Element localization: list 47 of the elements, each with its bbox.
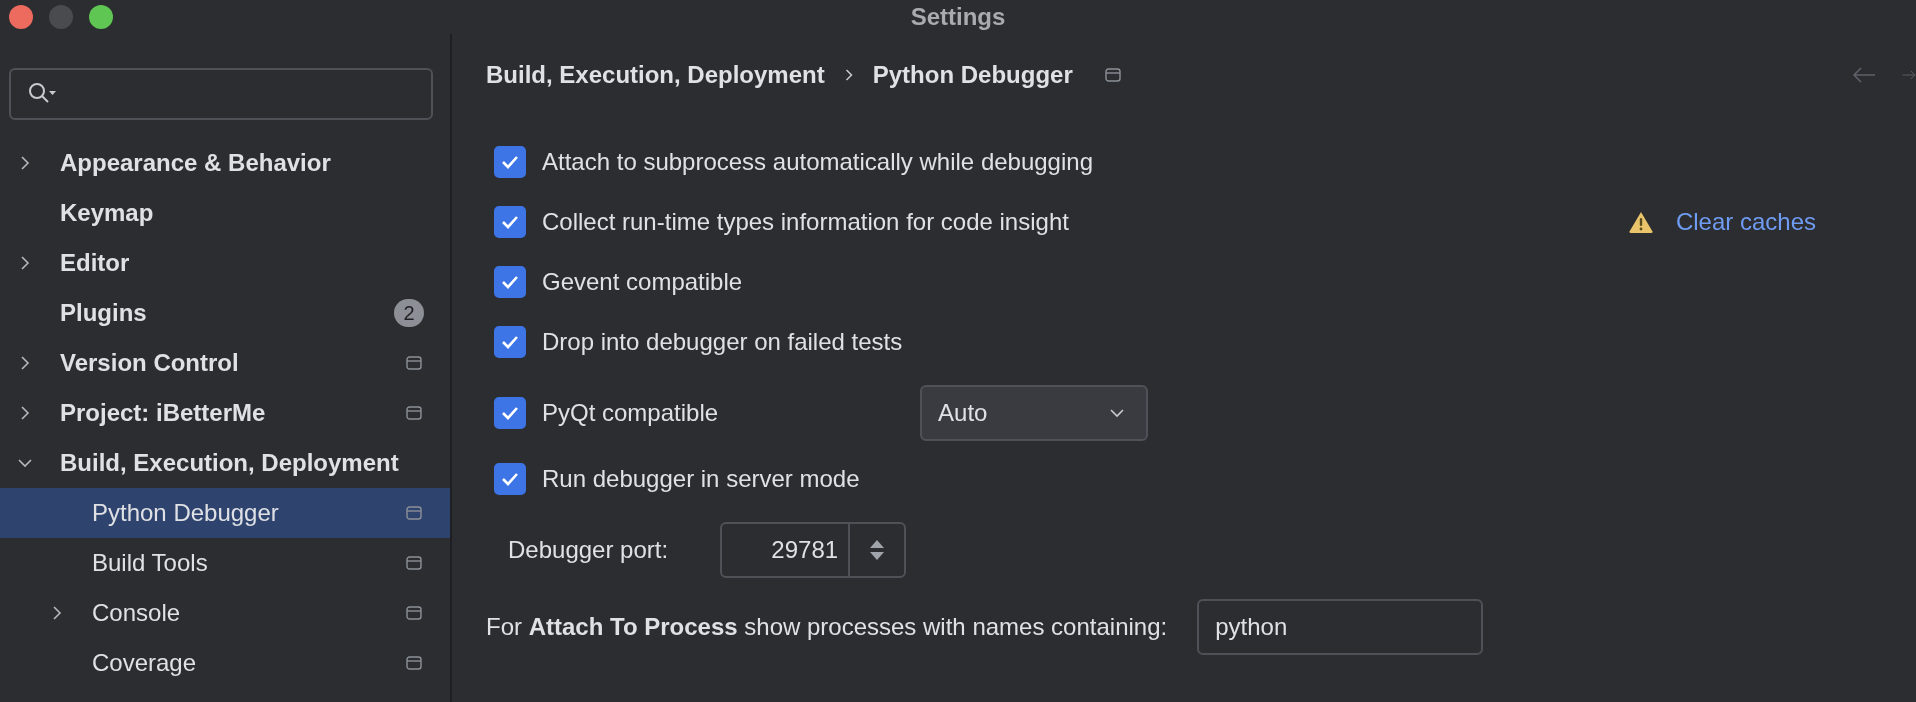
checkbox-label: Gevent compatible [542,268,743,296]
checkbox[interactable] [494,397,526,429]
window-icon [1104,68,1121,82]
sidebar-item[interactable]: Editor [0,238,450,288]
sidebar-item[interactable]: Version Control [0,338,450,388]
checkbox[interactable] [494,146,526,178]
warning-icon [1627,210,1654,234]
window-title: Settings [910,3,1006,31]
field-label: Debugger port: [508,536,669,564]
checkbox-label: Attach to subprocess automatically while debugging [542,148,1093,176]
checkbox-label: PyQt compatible [542,399,719,427]
sidebar-item[interactable]: Project: iBetterMe [0,388,450,438]
checkmark-icon [501,335,519,349]
checkbox-label: Drop into debugger on failed tests [542,328,903,356]
checkbox[interactable] [494,326,526,358]
checkmark-icon [501,472,519,486]
breadcrumb-item: Python Debugger [872,61,1073,89]
input-field[interactable]: python [1197,599,1484,655]
checkbox[interactable] [494,206,526,238]
sidebar-item[interactable]: Plugins 2 [0,288,450,338]
sidebar-item[interactable]: Console [0,588,450,638]
chevron-down-icon [1110,408,1125,418]
sidebar-item[interactable]: Appearance & Behavior [0,138,450,188]
checkmark-icon [501,155,519,169]
close-window-button[interactable] [9,5,33,29]
checkmark-icon [501,406,519,420]
dropdown[interactable]: Auto [920,385,1149,441]
field-label: For Attach To Process show processes with names containing: [486,613,1168,641]
port-spinner[interactable]: 29781 [720,522,907,578]
checkbox-label: Collect run-time types information for code insight [542,208,1069,236]
sidebar-item[interactable]: Keymap [0,188,450,238]
zoom-window-button[interactable] [89,5,113,29]
sidebar-item[interactable]: Python Debugger [0,488,450,538]
clear-caches-link[interactable]: Clear caches [1675,208,1816,236]
sidebar-item[interactable]: Coverage [0,638,450,688]
chevron-right-icon [844,69,853,81]
count-badge: 2 [394,299,424,327]
up-down-arrows-icon[interactable] [869,538,886,562]
checkmark-icon [501,215,519,229]
breadcrumb-item: Build, Execution, Deployment [486,61,825,89]
checkbox-label: Run debugger in server mode [542,465,860,493]
checkbox[interactable] [494,463,526,495]
checkbox[interactable] [494,266,526,298]
sidebar-item[interactable]: Build, Execution, Deployment [0,438,450,488]
search-field[interactable] [9,68,433,120]
sidebar-item[interactable]: Build Tools [0,538,450,588]
checkmark-icon [501,275,519,289]
